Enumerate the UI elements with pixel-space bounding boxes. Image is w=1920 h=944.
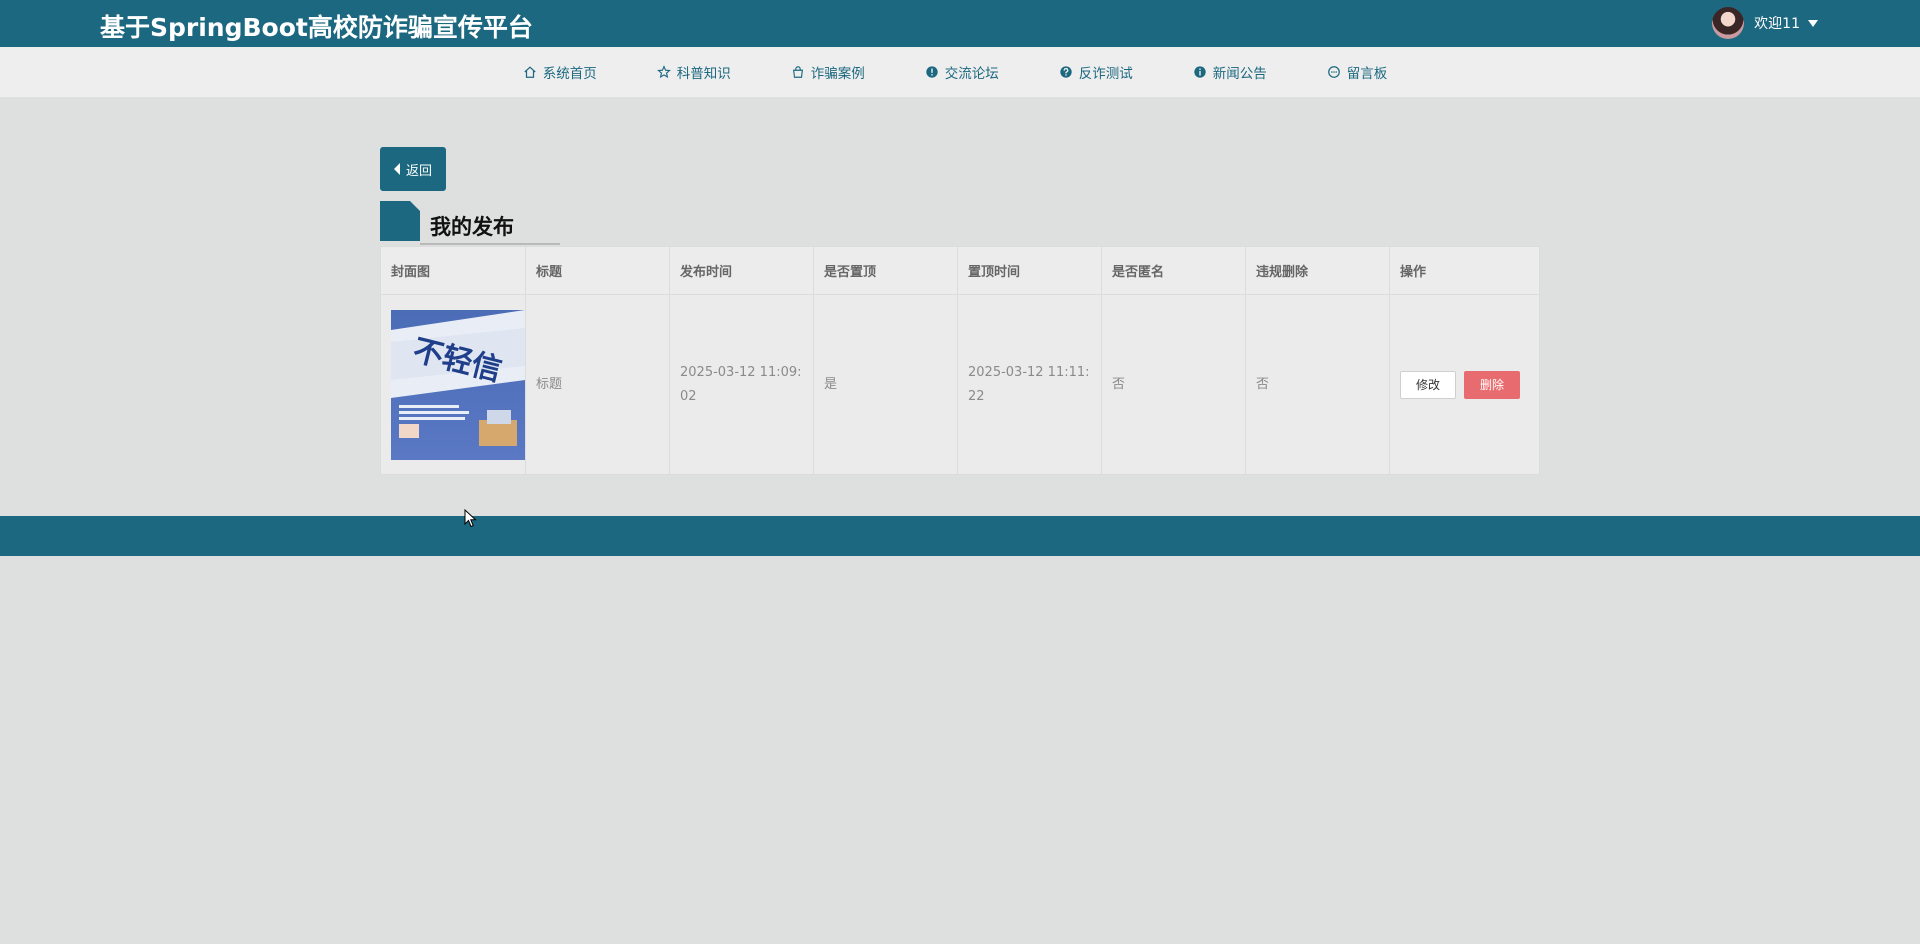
page-footer [0, 516, 1920, 556]
home-icon [524, 66, 536, 78]
nav-item-news[interactable]: 新闻公告 [1163, 47, 1297, 97]
is-anonymous-cell: 否 [1101, 294, 1246, 475]
caret-left-icon [393, 163, 400, 175]
divider [420, 243, 560, 245]
top-header: 基于SpringBoot高校防诈骗宣传平台 欢迎11 [0, 0, 1920, 47]
table-header-row: 封面图 标题 发布时间 是否置顶 置顶时间 是否匿名 违规删除 操作 [380, 246, 1540, 295]
table-row: 不轻信 标题 2025-03-12 11:09:02 是 2025-03-12 … [380, 294, 1540, 475]
delete-button[interactable]: 删除 [1464, 370, 1520, 399]
nav-item-home[interactable]: 系统首页 [493, 47, 627, 97]
back-button-label: 返回 [405, 163, 432, 179]
column-header-cover: 封面图 [380, 246, 526, 295]
question-circle-icon [1060, 66, 1072, 78]
nav-item-label: 反诈测试 [1078, 66, 1133, 82]
main-nav: 系统首页 科普知识 诈骗案例 交流论坛 反诈测试 新闻公告 留言板 [0, 47, 1920, 97]
nav-item-label: 诈骗案例 [810, 66, 865, 82]
nav-item-test[interactable]: 反诈测试 [1029, 47, 1163, 97]
nav-item-label: 交流论坛 [944, 66, 999, 82]
bag-icon [792, 66, 803, 78]
nav-item-knowledge[interactable]: 科普知识 [627, 47, 761, 97]
nav-item-label: 留言板 [1346, 66, 1388, 82]
cover-image[interactable]: 不轻信 [391, 309, 525, 460]
user-greeting[interactable]: 欢迎11 [1754, 13, 1800, 33]
title-cell: 标题 [525, 294, 670, 475]
chevron-down-icon[interactable] [1808, 19, 1818, 27]
avatar[interactable] [1712, 7, 1745, 39]
violation-deleted-cell: 否 [1245, 294, 1390, 475]
nav-item-forum[interactable]: 交流论坛 [895, 47, 1029, 97]
actions-cell: 修改 删除 [1389, 294, 1540, 475]
nav-item-cases[interactable]: 诈骗案例 [761, 47, 895, 97]
section-header: 我的发布 [380, 201, 580, 245]
info-circle-icon [1194, 66, 1206, 78]
column-header-violation-deleted: 违规删除 [1245, 246, 1390, 295]
site-title: 基于SpringBoot高校防诈骗宣传平台 [100, 13, 533, 42]
section-title-marker [380, 201, 420, 241]
user-menu[interactable]: 欢迎11 [1712, 4, 1818, 42]
top-time-cell: 2025-03-12 11:11:22 [957, 294, 1102, 475]
publish-time-cell: 2025-03-12 11:09:02 [669, 294, 814, 475]
column-header-publish-time: 发布时间 [669, 246, 814, 295]
is-top-cell: 是 [813, 294, 958, 475]
nav-item-messages[interactable]: 留言板 [1297, 47, 1418, 97]
column-header-actions: 操作 [1389, 246, 1540, 295]
column-header-title: 标题 [525, 246, 670, 295]
nav-item-label: 新闻公告 [1212, 66, 1267, 82]
alert-circle-icon [926, 66, 938, 78]
column-header-top-time: 置顶时间 [957, 246, 1102, 295]
my-posts-table: 封面图 标题 发布时间 是否置顶 置顶时间 是否匿名 违规删除 操作 不轻信 标… [380, 246, 1540, 475]
cover-cell: 不轻信 [380, 294, 526, 475]
star-icon [656, 65, 671, 79]
page-title: 我的发布 [430, 215, 514, 239]
back-button[interactable]: 返回 [380, 147, 446, 191]
mouse-cursor-icon [464, 509, 477, 528]
message-circle-icon [1327, 66, 1340, 78]
nav-item-label: 科普知识 [676, 66, 731, 82]
column-header-is-top: 是否置顶 [813, 246, 958, 295]
edit-button[interactable]: 修改 [1400, 370, 1456, 399]
my-posts-table-container: 封面图 标题 发布时间 是否置顶 置顶时间 是否匿名 违规删除 操作 不轻信 标… [380, 246, 1540, 475]
nav-item-label: 系统首页 [542, 66, 597, 82]
column-header-anonymous: 是否匿名 [1101, 246, 1246, 295]
